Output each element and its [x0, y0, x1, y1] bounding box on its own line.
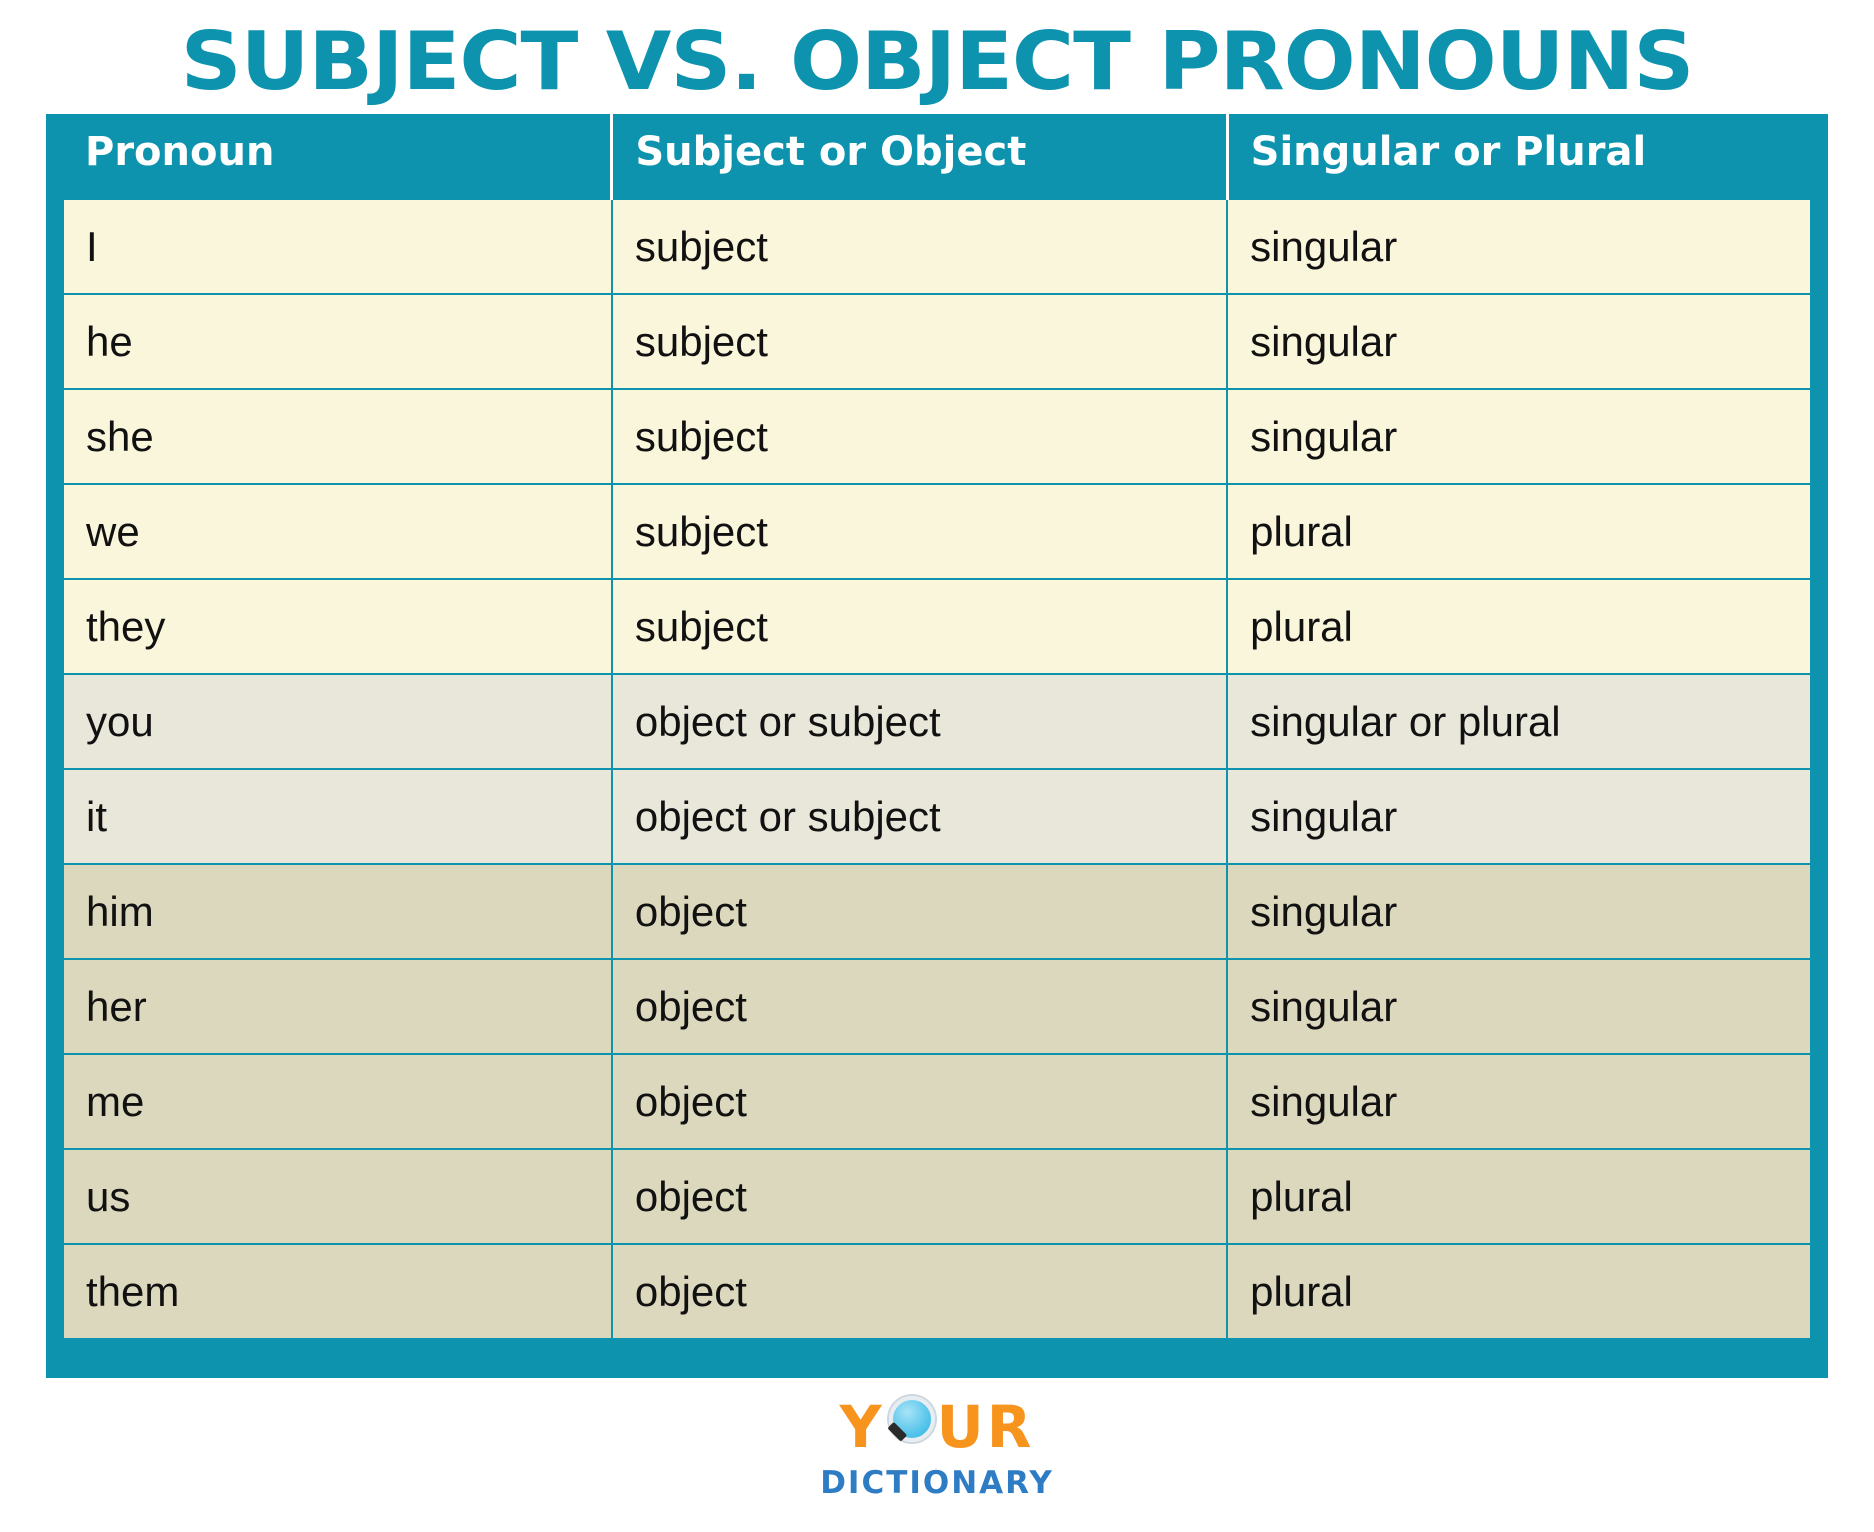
cell-type: object or subject	[610, 768, 1229, 865]
cell-number: singular	[1226, 1053, 1812, 1150]
cell-number: plural	[1226, 578, 1812, 675]
cell-pronoun: her	[62, 958, 613, 1055]
cell-number: plural	[1226, 483, 1812, 580]
cell-pronoun: him	[62, 863, 613, 960]
table-row: Isubject singular	[62, 198, 1812, 295]
pronoun-table-frame: Pronoun Subject or Object Singular or Pl…	[46, 114, 1828, 1378]
cell-number: plural	[1226, 1243, 1812, 1340]
cell-pronoun: he	[62, 293, 613, 390]
table-row: she subject singular	[62, 388, 1812, 485]
cell-pronoun: it	[62, 768, 613, 865]
table-row: he subject singular	[62, 293, 1812, 390]
logo-letter-y: Y	[839, 1393, 885, 1461]
cell-type: object or subject	[610, 673, 1229, 770]
table-header-row: Pronoun Subject or Object Singular or Pl…	[63, 114, 1811, 199]
table-row: they subject plural	[62, 578, 1812, 675]
table-row: me object singular	[62, 1053, 1812, 1150]
cell-number: plural	[1226, 1148, 1812, 1245]
cell-pronoun: she	[62, 388, 613, 485]
column-header-pronoun: Pronoun	[63, 114, 614, 199]
cell-pronoun: I	[62, 198, 613, 295]
table-row: them object plural	[62, 1243, 1812, 1340]
yourdictionary-logo: Y UR DICTIONARY	[0, 1393, 1874, 1501]
logo-subtitle: DICTIONARY	[820, 1465, 1054, 1501]
cell-number: singular	[1226, 293, 1812, 390]
table-row: you object or subject singular or plural	[62, 673, 1812, 770]
table-header: Pronoun Subject or Object Singular or Pl…	[63, 114, 1811, 199]
cell-number: singular	[1226, 768, 1812, 865]
cell-number: singular	[1226, 863, 1812, 960]
column-header-type: Subject or Object	[611, 114, 1229, 199]
cell-pronoun: them	[62, 1243, 613, 1340]
cell-type: subject	[610, 293, 1229, 390]
cell-type: subject	[610, 198, 1229, 295]
cell-number: singular	[1226, 958, 1812, 1055]
table-row: it object or subject singular	[62, 768, 1812, 865]
table-body: Isubject singular he subject singular she subj…	[62, 198, 1812, 1340]
table-row: him object singular	[62, 863, 1812, 960]
page-title: SUBJECT VS. OBJECT PRONOUNS	[180, 15, 1695, 108]
logo-letters-ur: UR	[936, 1393, 1035, 1461]
cell-type: subject	[610, 388, 1229, 485]
cell-pronoun: we	[62, 483, 613, 580]
cell-number: singular	[1226, 388, 1812, 485]
cell-type: subject	[610, 578, 1229, 675]
cell-pronoun: you	[62, 673, 613, 770]
cell-type: object	[610, 1148, 1229, 1245]
cell-type: object	[610, 863, 1229, 960]
logo-wordmark: Y UR	[820, 1393, 1054, 1461]
cell-pronoun: us	[62, 1148, 613, 1245]
table-row: us object plural	[62, 1148, 1812, 1245]
table-row: we subject plural	[62, 483, 1812, 580]
cell-number: singular or plural	[1226, 673, 1812, 770]
table-row: her object singular	[62, 958, 1812, 1055]
magnifying-glass-icon	[885, 1396, 937, 1460]
cell-number: singular	[1226, 198, 1812, 295]
cell-type: object	[610, 1053, 1229, 1150]
pronoun-table: Pronoun Subject or Object Singular or Pl…	[62, 114, 1812, 1340]
cell-type: object	[610, 1243, 1229, 1340]
column-header-number: Singular or Plural	[1227, 114, 1811, 199]
cell-type: object	[610, 958, 1229, 1055]
pronouns-infographic: SUBJECT VS. OBJECT PRONOUNS Pronoun Subj…	[0, 0, 1874, 1532]
cell-pronoun: they	[62, 578, 613, 675]
cell-pronoun: me	[62, 1053, 613, 1150]
cell-type: subject	[610, 483, 1229, 580]
logo-inner: Y UR DICTIONARY	[820, 1393, 1054, 1501]
